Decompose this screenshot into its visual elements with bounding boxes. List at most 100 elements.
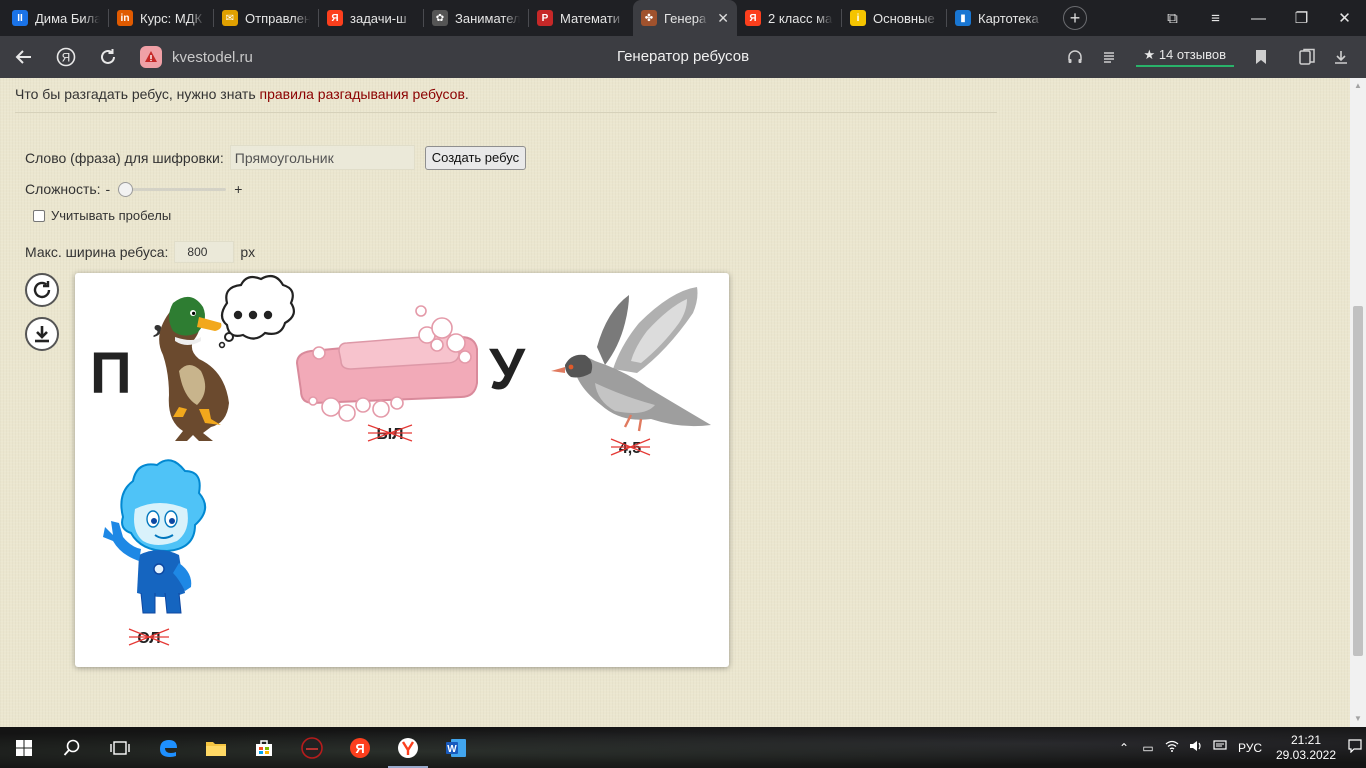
- dove-strike-text: 4,5: [619, 440, 641, 457]
- create-rebus-button[interactable]: Создать ребус: [424, 145, 527, 170]
- action-center-icon[interactable]: [1344, 739, 1366, 756]
- tab-title: Основные: [873, 10, 935, 26]
- spaces-checkbox[interactable]: [33, 209, 45, 222]
- refresh-icon: [33, 281, 51, 299]
- browser-tab[interactable]: II Дима Била: [4, 0, 108, 36]
- browser-tab[interactable]: Язадачи-ш: [319, 0, 423, 36]
- restore-button[interactable]: ❐: [1280, 9, 1323, 27]
- tab-close-icon[interactable]: ✕: [717, 10, 729, 27]
- browser-tab[interactable]: i Основные: [842, 0, 946, 36]
- width-input[interactable]: [174, 241, 235, 263]
- search-button[interactable]: [48, 727, 96, 768]
- volume-icon[interactable]: [1184, 740, 1208, 755]
- reviews-badge[interactable]: ★ 14 отзывов: [1135, 47, 1234, 67]
- difficulty-slider[interactable]: [116, 180, 228, 198]
- system-tray: ⌃ ▭ РУС 21:21 29.03.2022: [1112, 727, 1366, 768]
- soap-strike-text: ЫЛ: [377, 426, 404, 443]
- rebus-letter-u: У: [489, 337, 526, 402]
- rebus-letter-p: П: [90, 341, 132, 406]
- yandex-browser-app[interactable]: [384, 727, 432, 768]
- word-input[interactable]: [229, 145, 415, 170]
- difficulty-row: Сложность: - +: [25, 180, 242, 198]
- tab-title: Отправлен: [245, 10, 310, 26]
- security-warning-icon[interactable]: [140, 46, 162, 68]
- slider-knob[interactable]: [118, 182, 134, 197]
- intro-text: Что бы разгадать ребус, нужно знать: [15, 86, 256, 102]
- close-window-button[interactable]: ✕: [1323, 9, 1366, 27]
- spaces-label: Учитывать пробелы: [51, 208, 172, 223]
- windows-taskbar: Я W ⌃ ▭ РУС 21:21 29.03.2022: [0, 727, 1366, 768]
- headphones-icon[interactable]: [1058, 40, 1092, 74]
- browser-tab[interactable]: ✉ Отправлен: [214, 0, 318, 36]
- chevron-up-icon[interactable]: ⌃: [1112, 741, 1136, 755]
- browser-tab[interactable]: ✿ Заниматель: [424, 0, 528, 36]
- file-explorer-app[interactable]: [192, 727, 240, 768]
- back-button[interactable]: [6, 39, 42, 75]
- new-tab-button[interactable]: +: [1063, 6, 1087, 30]
- intro-end: .: [464, 86, 469, 102]
- tab-title: Заниматель: [455, 10, 520, 26]
- regenerate-button[interactable]: [25, 273, 59, 307]
- fixie-strike-text: ОЛ: [137, 630, 160, 647]
- asus-app[interactable]: [288, 727, 336, 768]
- tab-title: Дима Била: [35, 10, 100, 26]
- slider-track: [118, 188, 227, 191]
- download-icon: [35, 326, 49, 343]
- difficulty-plus: +: [234, 181, 243, 197]
- rules-link[interactable]: правила разгадывания ребусов: [260, 86, 465, 102]
- tab-favicon-icon: ✉: [222, 10, 238, 26]
- downloads-icon[interactable]: [1324, 40, 1358, 74]
- reload-button[interactable]: [90, 39, 126, 75]
- clock-date: 29.03.2022: [1275, 747, 1337, 762]
- battery-icon[interactable]: ▭: [1136, 741, 1160, 755]
- difficulty-minus: -: [105, 181, 111, 197]
- edge-app[interactable]: [144, 727, 192, 768]
- bookmark-icon[interactable]: [1244, 40, 1278, 74]
- tab-title: Математи: [560, 10, 621, 26]
- task-view-button[interactable]: [96, 727, 144, 768]
- address-bar: Я kvestodel.ru Генератор ребусов ★ 14 от…: [0, 36, 1366, 78]
- browser-tab[interactable]: ▮ Картотека: [947, 0, 1051, 36]
- clock-time: 21:21: [1290, 732, 1322, 747]
- rebus-canvas: П , ЫЛ У 4,5 ОЛ: [90, 274, 711, 647]
- collections-icon[interactable]: [1290, 40, 1324, 74]
- scroll-down-icon[interactable]: ▼: [1350, 711, 1366, 727]
- word-app[interactable]: W: [432, 727, 480, 768]
- browser-tab[interactable]: Я 2 класс ма: [737, 0, 841, 36]
- rebus-card: П , ЫЛ У 4,5 ОЛ: [75, 273, 729, 667]
- menu-icon[interactable]: ≡: [1194, 10, 1237, 27]
- scroll-up-icon[interactable]: ▲: [1350, 78, 1366, 94]
- thought-bubble-icon: [218, 274, 296, 349]
- tab-manager-icon[interactable]: ⧉: [1151, 10, 1194, 27]
- store-app[interactable]: [240, 727, 288, 768]
- page-scrollbar[interactable]: ▲ ▼: [1350, 78, 1366, 727]
- download-button[interactable]: [25, 317, 59, 351]
- tab-favicon-icon: II: [12, 10, 28, 26]
- start-button[interactable]: [0, 727, 48, 768]
- tab-favicon-icon: in: [117, 10, 133, 26]
- reader-mode-icon[interactable]: [1092, 40, 1126, 74]
- duck-picture: ,: [153, 295, 229, 441]
- minimize-button[interactable]: —: [1237, 10, 1280, 27]
- tab-favicon-icon: ✿: [432, 10, 448, 26]
- url-domain[interactable]: kvestodel.ru: [172, 49, 253, 66]
- clock[interactable]: 21:21 29.03.2022: [1268, 733, 1344, 763]
- scroll-thumb[interactable]: [1353, 306, 1363, 656]
- wifi-icon[interactable]: [1160, 740, 1184, 755]
- browser-tab[interactable]: P Математи: [529, 0, 633, 36]
- browser-tab[interactable]: ✤ Генера ✕: [633, 0, 737, 36]
- browser-tab[interactable]: in Курс: МДК: [109, 0, 213, 36]
- yandex-browser-icon: [398, 737, 418, 758]
- yandex-button[interactable]: Я: [48, 39, 84, 75]
- divider: [15, 112, 997, 113]
- windows-logo-icon: [16, 739, 32, 756]
- tab-title: Картотека: [978, 10, 1039, 26]
- search-icon: [63, 739, 80, 756]
- width-label: Макс. ширина ребуса:: [25, 244, 169, 260]
- yandex-app[interactable]: Я: [336, 727, 384, 768]
- fixie-picture: [103, 459, 206, 614]
- tab-title: Генера: [664, 10, 707, 26]
- tab-favicon-icon: Я: [745, 10, 761, 26]
- notification-message-icon[interactable]: [1208, 740, 1232, 755]
- language-indicator[interactable]: РУС: [1232, 741, 1268, 755]
